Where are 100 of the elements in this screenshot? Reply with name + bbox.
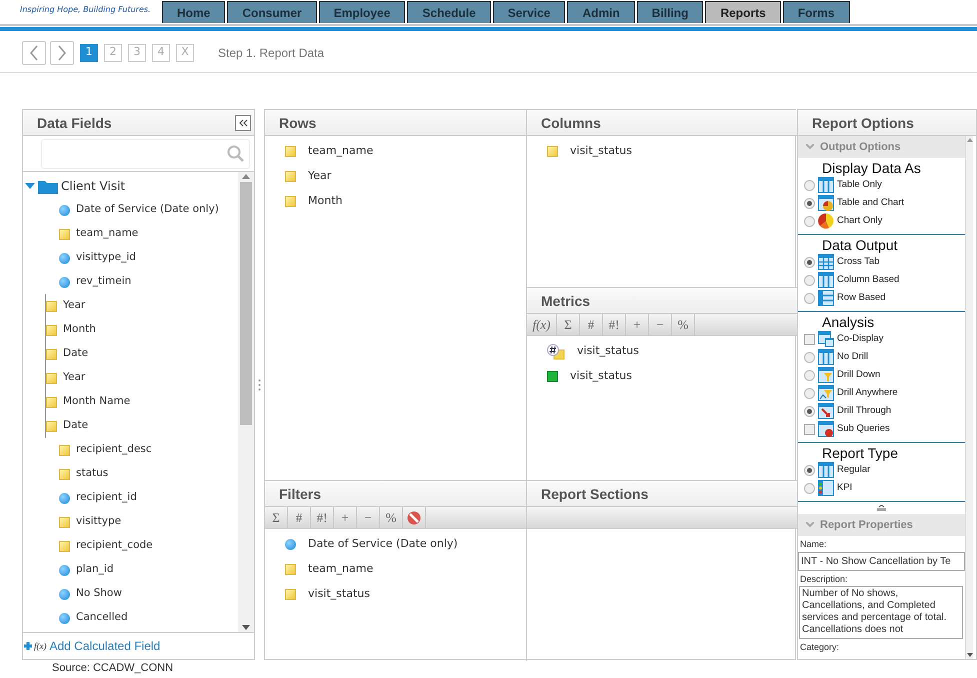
radio-button[interactable] — [804, 482, 815, 494]
kpi-icon — [818, 480, 834, 496]
count-icon — [547, 344, 565, 360]
field-item[interactable]: team_name — [265, 139, 526, 164]
tool-button[interactable]: # — [580, 314, 603, 336]
rows-icon — [818, 290, 834, 306]
dimension-icon — [59, 468, 70, 480]
no-entry-icon — [407, 511, 421, 525]
tool-button[interactable]: − — [357, 507, 380, 529]
nav-tab[interactable]: Home — [162, 1, 226, 23]
step-caption: Step 1. Report Data — [218, 44, 324, 62]
tree-item[interactable]: Month Name — [30, 390, 238, 414]
panel-title: Report Options — [812, 114, 914, 130]
radio-button[interactable] — [804, 388, 815, 398]
field-item[interactable]: visit_status — [527, 339, 797, 364]
scrollbar[interactable] — [965, 136, 973, 659]
measure-icon — [59, 588, 70, 600]
tree-item[interactable]: visittype_id — [59, 246, 238, 270]
name-field[interactable]: INT - No Show Cancellation by Te — [798, 552, 965, 570]
tree-item[interactable]: recipient_code — [59, 534, 238, 558]
tool-button[interactable]: #! — [311, 507, 334, 529]
option-label: Sub Queries — [837, 422, 890, 436]
radio-button[interactable] — [804, 256, 815, 268]
tool-button[interactable]: − — [649, 314, 672, 336]
radio-button[interactable] — [804, 274, 815, 286]
description-field[interactable]: Number of No shows, Cancellations, and Completed services and percentage of total. Cancellations does not — [799, 586, 963, 639]
radio-button[interactable] — [804, 198, 815, 208]
option-label: Column Based — [837, 272, 900, 287]
radio-button[interactable] — [804, 352, 815, 362]
tree-item[interactable]: Cancelled — [59, 606, 238, 630]
tool-button[interactable]: + — [626, 314, 649, 336]
option-label: Drill Through — [837, 404, 892, 418]
tree-item[interactable]: plan_id — [59, 558, 238, 582]
collapse-button[interactable] — [235, 114, 252, 130]
field-item[interactable]: team_name — [265, 557, 526, 582]
next-icon — [57, 44, 67, 60]
tree-item[interactable]: recipient_id — [59, 486, 238, 510]
nav-tab[interactable]: Consumer — [227, 1, 317, 23]
group-title: Report Type — [822, 445, 900, 461]
tree-item[interactable]: Date — [30, 414, 238, 438]
step-button[interactable]: 1 — [80, 44, 98, 62]
dimension-icon — [285, 146, 296, 157]
dimension-icon — [285, 171, 296, 182]
tree-item[interactable]: Date — [30, 342, 238, 366]
panel-title: Report Sections — [541, 486, 648, 502]
field-label: Description: — [799, 572, 849, 586]
tree-folder[interactable]: Client Visit — [25, 174, 238, 198]
tree-item[interactable]: No Show — [59, 582, 238, 606]
tool-button[interactable]: % — [380, 507, 403, 529]
dimension-icon — [59, 228, 70, 240]
tool-button[interactable]: # — [288, 507, 311, 529]
tree-item[interactable]: Month — [30, 318, 238, 342]
nav-tab[interactable]: Schedule — [407, 1, 491, 23]
tree-item[interactable]: status — [59, 462, 238, 486]
dimension-icon — [46, 396, 57, 408]
tool-button[interactable]: f(x) — [527, 314, 557, 336]
nav-tab[interactable]: Employee — [318, 1, 406, 23]
radio-button[interactable] — [804, 406, 815, 416]
source-label: Source: CCADW_CONN — [52, 662, 174, 675]
field-item[interactable]: visit_status — [265, 582, 526, 607]
dimension-icon — [547, 146, 558, 157]
option-label: Row Based — [837, 290, 886, 305]
radio-button[interactable] — [804, 216, 815, 226]
tree-item[interactable]: rev_timein — [59, 270, 238, 294]
tree-item[interactable]: Year — [30, 294, 238, 318]
field-item[interactable]: Month — [265, 189, 526, 214]
nav-tab[interactable]: Reports — [705, 1, 781, 23]
back-button[interactable] — [22, 40, 46, 64]
radio-button[interactable] — [804, 292, 815, 304]
tree-item[interactable]: Date of Service (Date only) — [59, 198, 238, 222]
tool-button[interactable]: #! — [603, 314, 626, 336]
field-item[interactable]: Year — [265, 164, 526, 189]
scroll-up-icon — [242, 174, 250, 179]
tool-button[interactable]: Σ — [265, 507, 288, 529]
tree-item[interactable]: Year — [30, 366, 238, 390]
radio-button[interactable] — [804, 180, 815, 190]
scrollbar[interactable] — [238, 172, 254, 632]
tool-button[interactable]: + — [334, 507, 357, 529]
radio-button[interactable] — [804, 370, 815, 380]
nav-tab[interactable]: Forms — [782, 1, 850, 23]
field-item[interactable]: visit_status — [527, 139, 797, 164]
nav-tab[interactable]: Service — [492, 1, 566, 23]
add-calculated-field-link[interactable]: f(x) Add Calculated Field — [23, 637, 160, 655]
tree-item[interactable]: team_name — [59, 222, 238, 246]
tree-item[interactable]: recipient_desc — [59, 438, 238, 462]
nav-tab[interactable]: Billing — [636, 1, 704, 23]
tool-button[interactable]: Σ — [557, 314, 580, 336]
scroll-up-icon — [966, 138, 972, 142]
tree-item[interactable]: visittype — [59, 510, 238, 534]
search-field[interactable] — [41, 139, 250, 169]
field-item[interactable]: Date of Service (Date only) — [265, 532, 526, 557]
nav-tab[interactable]: Admin — [567, 1, 635, 23]
field-item[interactable]: visit_status — [527, 364, 797, 389]
dimension-icon — [285, 196, 296, 207]
checkbox[interactable] — [804, 334, 815, 344]
checkbox[interactable] — [804, 424, 815, 434]
tool-button[interactable]: % — [672, 314, 695, 336]
option-label: KPI — [837, 480, 852, 495]
next-button[interactable] — [50, 40, 74, 64]
radio-button[interactable] — [804, 464, 815, 476]
